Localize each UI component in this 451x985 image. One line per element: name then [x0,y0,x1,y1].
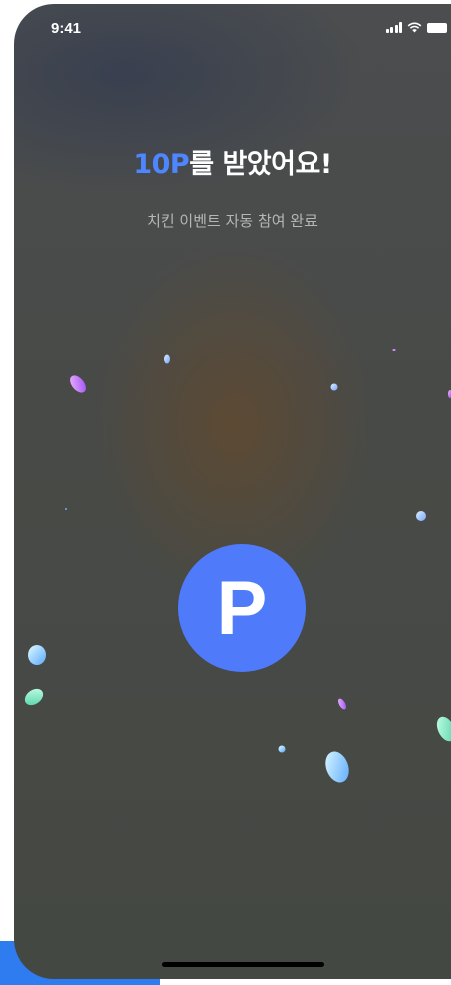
point-badge: P [178,544,306,672]
home-indicator[interactable] [162,962,324,967]
confetti-piece [436,716,451,742]
confetti-piece [278,745,286,753]
confetti-piece [70,375,86,393]
point-letter: P [216,566,268,651]
confetti-piece [65,508,67,510]
confetti-piece [392,349,396,351]
confetti-piece [164,354,170,364]
confetti-piece [24,688,44,706]
confetti-piece [325,751,349,783]
confetti-piece [330,383,338,391]
confetti [24,349,451,783]
confetti-piece [28,645,46,665]
confetti-piece [338,698,346,710]
reward-modal: 9:41 10P를 받았어요! 치킨 이벤트 자동 참여 완료 P [14,4,451,979]
confetti-piece [416,511,426,521]
